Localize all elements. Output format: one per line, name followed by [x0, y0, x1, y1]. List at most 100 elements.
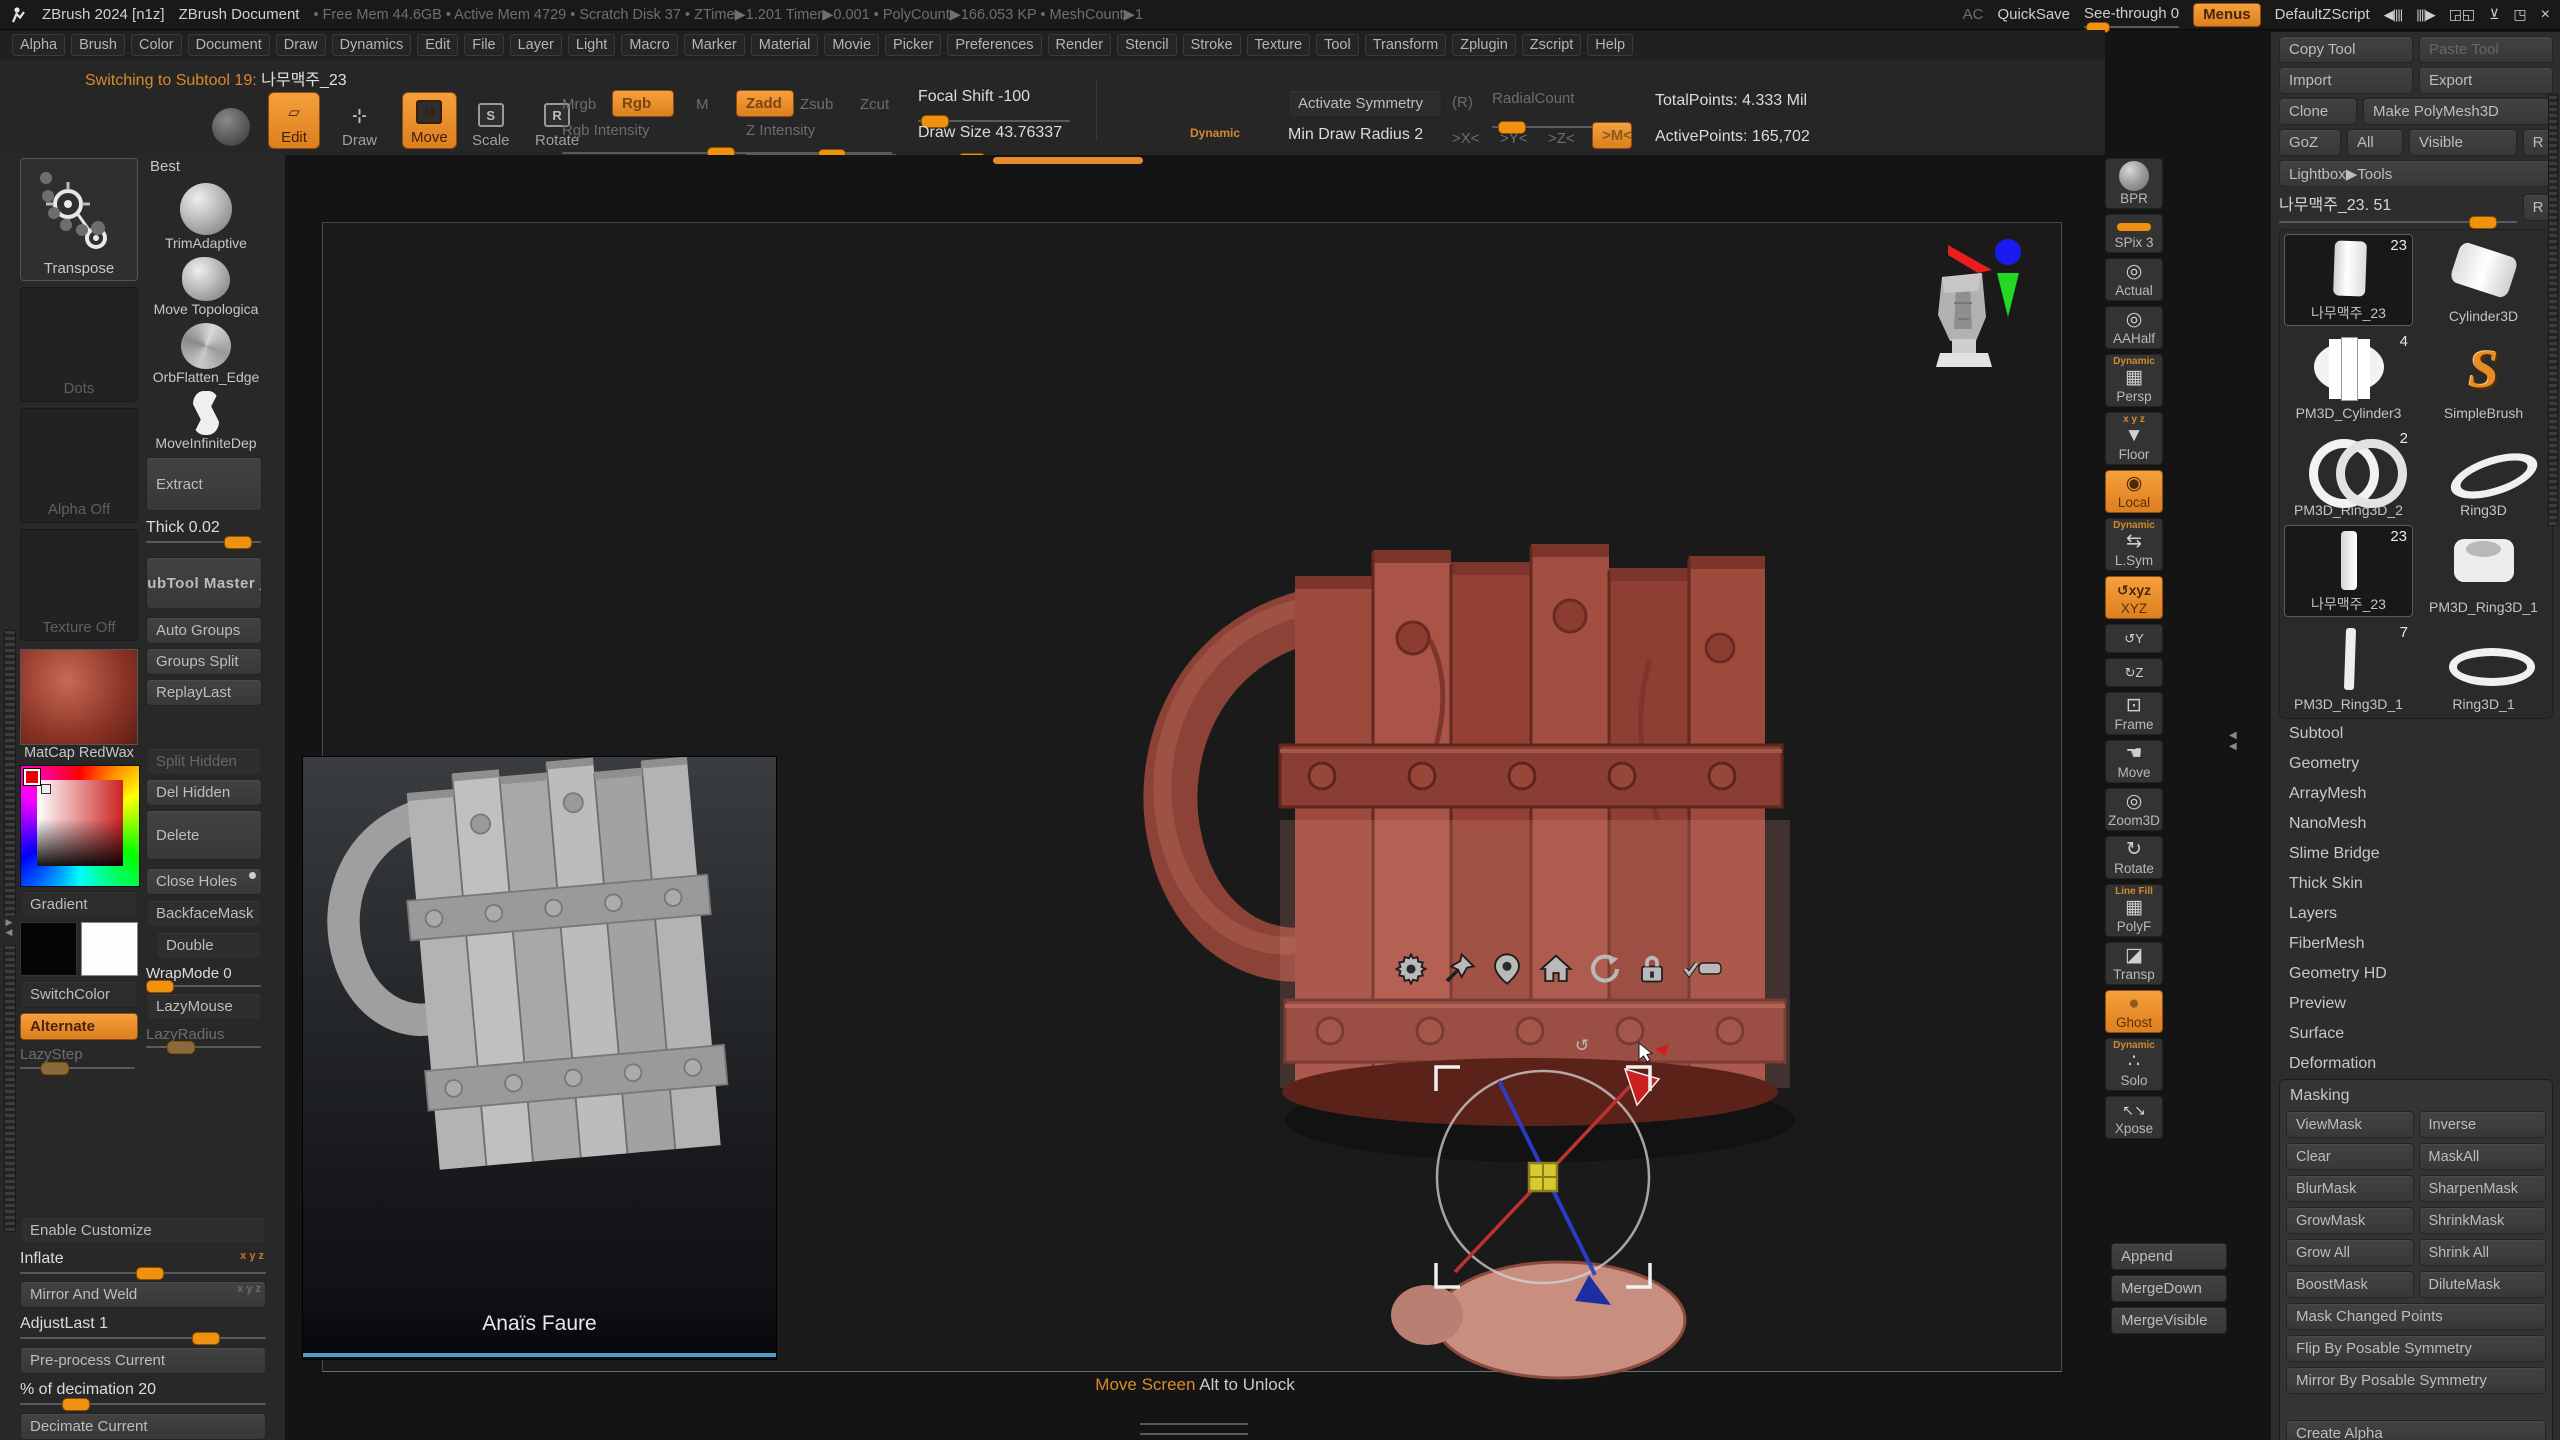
masking-wide-button[interactable]: Mirror By Posable Symmetry — [2286, 1367, 2546, 1394]
tray-divider-arrows[interactable]: ▶◀ — [3, 917, 15, 937]
masking-button[interactable]: SharpenMask — [2419, 1175, 2547, 1202]
close-holes-button[interactable]: Close Holes — [146, 868, 262, 895]
menu-item[interactable]: Brush — [71, 34, 125, 56]
menu-item[interactable]: Alpha — [12, 34, 65, 56]
masking-button[interactable]: Clear — [2286, 1143, 2414, 1170]
palette-section-header[interactable]: Geometry — [2279, 749, 2553, 779]
goz-visible-button[interactable]: Visible — [2409, 129, 2517, 156]
zcut-toggle[interactable]: Zcut — [860, 96, 889, 113]
adjustlast-slider[interactable]: AdjustLast 1 — [20, 1315, 268, 1339]
palette-section-header[interactable]: Geometry HD — [2279, 959, 2553, 989]
lazyradius-slider[interactable]: LazyRadius — [146, 1026, 266, 1048]
subtool-action-button[interactable]: Append — [2111, 1243, 2227, 1270]
zsub-toggle[interactable]: Zsub — [800, 96, 833, 113]
subtool-action-button[interactable]: MergeDown — [2111, 1275, 2227, 1302]
strip-button[interactable]: Line Fill PolyF — [2105, 884, 2163, 937]
sym-z-toggle[interactable]: >Z< — [1548, 130, 1575, 147]
canvas-bottom-scrollbar[interactable] — [1140, 1423, 1248, 1435]
viewport-canvas[interactable]: Anaïs Faure — [285, 155, 2105, 1440]
strip-button[interactable]: AAHalf — [2105, 306, 2163, 349]
masking-wide-button[interactable]: Mask Changed Points — [2286, 1303, 2546, 1330]
canvas-h-scrollbar[interactable] — [993, 157, 1143, 164]
gear-icon[interactable] — [1395, 953, 1427, 985]
texture-selector[interactable]: Texture Off — [20, 529, 138, 641]
menu-item[interactable]: Document — [188, 34, 270, 56]
menu-item[interactable]: Light — [568, 34, 615, 56]
menu-item[interactable]: Layer — [510, 34, 562, 56]
delete-button[interactable]: Delete — [146, 810, 262, 860]
import-button[interactable]: Import — [2279, 67, 2413, 94]
strip-button[interactable]: x y z Floor — [2105, 412, 2163, 465]
brush-movetopological[interactable]: Move Topologica — [146, 251, 266, 317]
strip-button[interactable]: Frame — [2105, 692, 2163, 735]
masking-button[interactable]: Inverse — [2419, 1111, 2547, 1138]
home-icon[interactable] — [1539, 953, 1573, 985]
color-picker[interactable] — [20, 765, 140, 887]
double-button[interactable]: Double — [156, 932, 262, 959]
minimize-icon[interactable]: ⊻ — [2489, 6, 2499, 23]
brush-moveinfinitedepth[interactable]: MoveInfiniteDep — [146, 385, 266, 451]
strip-button[interactable]: Dynamic Persp — [2105, 354, 2163, 407]
palette-section-header[interactable]: FiberMesh — [2279, 929, 2553, 959]
subtool-action-button[interactable]: MergeVisible — [2111, 1307, 2227, 1334]
lazystep-slider[interactable]: LazyStep — [20, 1046, 138, 1069]
close-icon[interactable]: × — [2541, 6, 2550, 24]
goz-button[interactable]: GoZ — [2279, 129, 2341, 156]
menu-item[interactable]: Movie — [824, 34, 879, 56]
inflate-slider[interactable]: Inflate x y z — [20, 1250, 268, 1274]
rgb-toggle[interactable]: Rgb — [612, 90, 674, 117]
subtool-master-button[interactable]: SubTool Master◢ — [146, 557, 262, 609]
scale-mode-button[interactable]: SScale — [472, 100, 510, 149]
masking-button[interactable]: ShrinkMask — [2419, 1207, 2547, 1234]
masking-button[interactable]: BlurMask — [2286, 1175, 2414, 1202]
transpose-gizmo[interactable]: ↺ — [1403, 1017, 1693, 1327]
masking-button[interactable]: Shrink All — [2419, 1239, 2547, 1266]
menu-item[interactable]: Texture — [1247, 34, 1311, 56]
tool-thumbnail[interactable]: Ring3D — [2419, 428, 2548, 520]
menu-item[interactable]: File — [464, 34, 503, 56]
tray-left-icon[interactable]: ◀|||| — [2384, 7, 2403, 23]
restore-icon[interactable]: ◳ — [2513, 6, 2526, 23]
alternate-button[interactable]: Alternate — [20, 1013, 138, 1040]
tool-thumbnail[interactable]: 7 PM3D_Ring3D_1 — [2284, 622, 2413, 714]
camera-orientation-widget[interactable] — [1930, 225, 2080, 375]
strip-button[interactable]: SPix 3 — [2105, 214, 2163, 253]
activate-symmetry-button[interactable]: Activate Symmetry — [1288, 90, 1442, 117]
gradient-toggle[interactable]: Gradient — [20, 891, 138, 918]
menu-item[interactable]: Render — [1048, 34, 1112, 56]
zadd-toggle[interactable]: Zadd — [736, 90, 794, 117]
menu-item[interactable]: Zscript — [1522, 34, 1582, 56]
menu-item[interactable]: Dynamics — [332, 34, 412, 56]
auto-groups-button[interactable]: Auto Groups — [146, 617, 262, 644]
palette-section-header[interactable]: Subtool — [2279, 719, 2553, 749]
tool-thumbnail[interactable]: 4 PM3D_Cylinder3 — [2284, 331, 2413, 423]
decimation-slider[interactable]: % of decimation 20 — [20, 1381, 268, 1405]
draw-mode-button[interactable]: -¦-Draw — [342, 100, 377, 149]
strip-button[interactable]: Local — [2105, 470, 2163, 513]
menu-item[interactable]: Edit — [417, 34, 458, 56]
location-pin-icon[interactable] — [1491, 953, 1523, 985]
clone-button[interactable]: Clone — [2279, 98, 2357, 125]
lock-icon[interactable] — [1637, 953, 1667, 985]
mirror-and-weld-button[interactable]: Mirror And Weld x y z — [20, 1281, 266, 1308]
tray-scrollbar-2[interactable] — [4, 945, 16, 1232]
thick-slider[interactable]: Thick 0.02 — [146, 519, 266, 543]
masking-button[interactable]: ViewMask — [2286, 1111, 2414, 1138]
tool-name-slider[interactable]: 나무맥주_23. 51 R — [2279, 191, 2553, 223]
strip-button[interactable]: Rotate — [2105, 836, 2163, 879]
sym-x-toggle[interactable]: >X< — [1452, 130, 1480, 147]
menu-item[interactable]: Picker — [885, 34, 941, 56]
strip-button[interactable]: XYZ — [2105, 576, 2163, 619]
tool-thumbnail[interactable]: 23 나무맥주_23 — [2284, 525, 2413, 617]
masking-button[interactable]: BoostMask — [2286, 1271, 2414, 1298]
menu-item[interactable]: Tool — [1316, 34, 1359, 56]
enable-customize-button[interactable]: Enable Customize — [20, 1217, 266, 1244]
focal-shift-slider[interactable] — [918, 120, 1070, 122]
material-quickpick-sphere[interactable] — [212, 108, 250, 146]
tool-thumbnail[interactable]: Cylinder3D — [2419, 234, 2548, 326]
paste-tool-button[interactable]: Paste Tool — [2419, 36, 2553, 63]
sym-y-toggle[interactable]: >Y< — [1500, 130, 1528, 147]
stroke-selector[interactable]: Dots — [20, 287, 138, 402]
main-color-swatch[interactable] — [20, 922, 77, 976]
reset-orientation-icon[interactable] — [1589, 953, 1621, 985]
